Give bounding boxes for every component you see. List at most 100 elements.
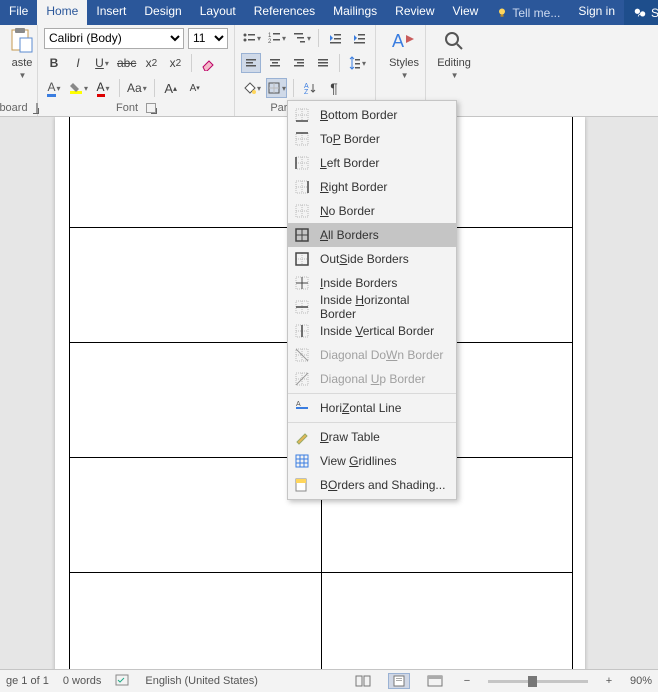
menu-item-borders-and-shading[interactable]: BOrders and Shading... <box>288 473 456 497</box>
menu-item-view-gridlines[interactable]: View Gridlines <box>288 449 456 473</box>
sort-icon: AZ <box>303 81 317 95</box>
menu-item-left-border[interactable]: Left Border <box>288 151 456 175</box>
menu-item-top-border[interactable]: ToP Border <box>288 127 456 151</box>
numbering-button[interactable]: 12▾ <box>266 28 287 48</box>
align-left-button[interactable] <box>241 53 261 73</box>
align-right-icon <box>292 56 306 70</box>
grow-font-button[interactable]: A▴ <box>161 78 181 98</box>
tab-view[interactable]: View <box>444 0 488 25</box>
menu-item-inside-vertical-border[interactable]: Inside Vertical Border <box>288 319 456 343</box>
web-layout-icon <box>427 675 443 687</box>
group-font: Calibri (Body) 11 B I U▾ abc x2 x2 A▾ ▾ … <box>38 25 235 116</box>
zoom-in-button[interactable]: + <box>602 675 616 687</box>
font-name-select[interactable]: Calibri (Body) <box>44 28 184 49</box>
align-right-button[interactable] <box>289 53 309 73</box>
page-number[interactable]: ge 1 of 1 <box>6 675 49 687</box>
italic-button[interactable]: I <box>68 53 88 73</box>
clipboard-group-label: board <box>0 102 28 114</box>
menu-item-label: Inside Borders <box>320 276 397 290</box>
multilevel-icon <box>292 31 306 45</box>
tab-home[interactable]: Home <box>37 0 87 25</box>
font-size-select[interactable]: 11 <box>188 28 228 49</box>
tell-me[interactable]: Tell me... <box>487 0 569 25</box>
menu-item-label: HoriZontal Line <box>320 401 401 415</box>
increase-indent-button[interactable] <box>349 28 369 48</box>
menu-item-no-border[interactable]: No Border <box>288 199 456 223</box>
decrease-indent-button[interactable] <box>325 28 345 48</box>
shrink-font-button[interactable]: A▾ <box>185 78 205 98</box>
font-launcher[interactable] <box>146 103 156 113</box>
tab-insert[interactable]: Insert <box>87 0 135 25</box>
zoom-thumb[interactable] <box>528 676 537 687</box>
border-icon <box>294 131 310 147</box>
editing-button[interactable]: Editing ▼ <box>432 27 476 80</box>
read-mode-button[interactable] <box>352 673 374 689</box>
strikethrough-button[interactable]: abc <box>116 53 137 73</box>
change-case-button[interactable]: Aa▾ <box>126 78 148 98</box>
share-button[interactable]: Share <box>624 0 658 25</box>
svg-text:A: A <box>296 401 301 408</box>
tab-design[interactable]: Design <box>135 0 190 25</box>
sort-button[interactable]: AZ <box>300 78 320 98</box>
paste-button[interactable]: aste ▼ <box>6 27 38 80</box>
zoom-out-button[interactable]: − <box>460 675 474 687</box>
zoom-slider[interactable] <box>488 680 588 683</box>
underline-button[interactable]: U▾ <box>92 53 112 73</box>
svg-text:2: 2 <box>268 39 272 45</box>
borders-button[interactable]: ▾ <box>266 78 287 98</box>
font-color-scheme[interactable]: A▾ <box>44 78 64 98</box>
outdent-icon <box>328 31 342 45</box>
justify-button[interactable] <box>313 53 333 73</box>
line-spacing-button[interactable]: ▾ <box>346 53 367 73</box>
indent-icon <box>352 31 366 45</box>
zoom-level[interactable]: 90% <box>630 675 652 687</box>
menu-item-diagonal-down-border: Diagonal DoWn Border <box>288 343 456 367</box>
highlight-button[interactable]: ▾ <box>68 78 89 98</box>
tab-review[interactable]: Review <box>386 0 443 25</box>
shading-button[interactable]: ▾ <box>241 78 262 98</box>
tab-layout[interactable]: Layout <box>191 0 245 25</box>
align-center-button[interactable] <box>265 53 285 73</box>
menu-item-horizontal-line[interactable]: A HoriZontal Line <box>288 396 456 420</box>
clear-formatting-button[interactable] <box>198 53 218 73</box>
tab-mailings[interactable]: Mailings <box>324 0 386 25</box>
subscript-button[interactable]: x2 <box>141 53 161 73</box>
border-icon <box>294 251 310 267</box>
bullets-button[interactable]: ▾ <box>241 28 262 48</box>
multilevel-button[interactable]: ▾ <box>291 28 312 48</box>
menu-item-inside-horizontal-border[interactable]: Inside Horizontal Border <box>288 295 456 319</box>
tab-references[interactable]: References <box>245 0 324 25</box>
menu-item-outside-borders[interactable]: OutSide Borders <box>288 247 456 271</box>
styles-button[interactable]: A Styles ▼ <box>382 27 426 80</box>
menu-item-inside-borders[interactable]: Inside Borders <box>288 271 456 295</box>
menu-item-label: Inside Vertical Border <box>320 324 434 338</box>
group-clipboard: aste ▼ board <box>0 25 38 116</box>
spell-check-icon[interactable] <box>115 674 131 688</box>
superscript-button[interactable]: x2 <box>165 53 185 73</box>
show-marks-button[interactable]: ¶ <box>324 78 344 98</box>
share-label: Share <box>651 6 658 20</box>
tab-file[interactable]: File <box>0 0 37 25</box>
svg-text:Z: Z <box>304 89 309 95</box>
border-icon <box>294 179 310 195</box>
print-layout-button[interactable] <box>388 673 410 689</box>
menu-item-right-border[interactable]: Right Border <box>288 175 456 199</box>
web-layout-button[interactable] <box>424 673 446 689</box>
menu-item-label: No Border <box>320 204 375 218</box>
border-icon <box>294 155 310 171</box>
ribbon-tabs: File Home Insert Design Layout Reference… <box>0 0 658 25</box>
menu-separator <box>288 422 456 423</box>
menu-item-label: BOrders and Shading... <box>320 478 445 492</box>
sign-in[interactable]: Sign in <box>569 0 624 25</box>
language[interactable]: English (United States) <box>145 675 258 687</box>
menu-item-draw-table[interactable]: Draw Table <box>288 425 456 449</box>
menu-item-all-borders[interactable]: All Borders <box>288 223 456 247</box>
border-icon <box>294 477 310 493</box>
menu-item-label: Draw Table <box>320 430 380 444</box>
menu-item-label: Inside Horizontal Border <box>320 293 446 321</box>
menu-item-bottom-border[interactable]: Bottom Border <box>288 103 456 127</box>
chevron-down-icon: ▼ <box>451 71 459 80</box>
font-color-button[interactable]: A▾ <box>93 78 113 98</box>
bold-button[interactable]: B <box>44 53 64 73</box>
word-count[interactable]: 0 words <box>63 675 102 687</box>
